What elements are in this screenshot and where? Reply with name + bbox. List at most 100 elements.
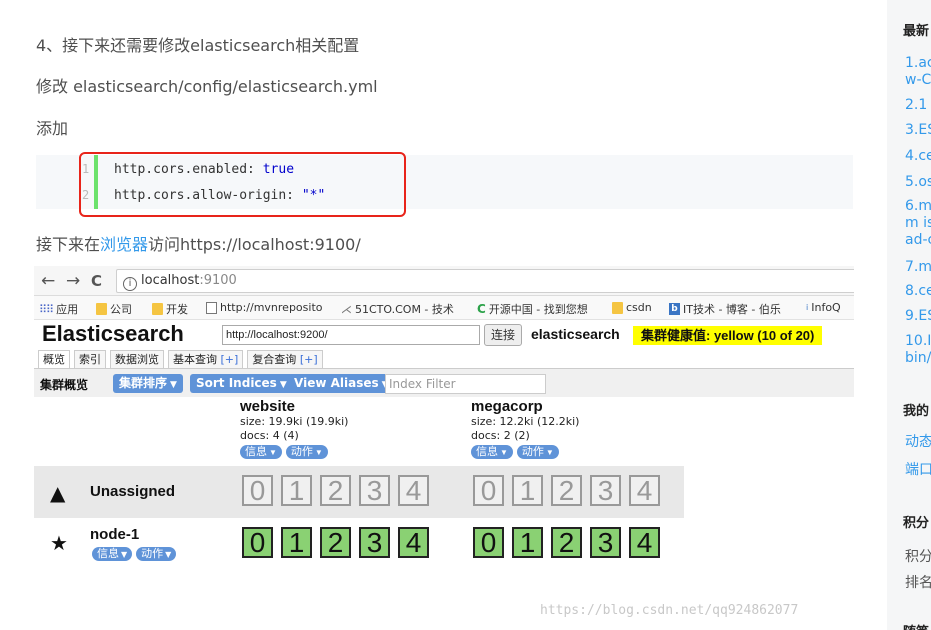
shard-box[interactable]: 0 xyxy=(242,527,273,558)
shard-box[interactable]: 3 xyxy=(590,475,621,506)
node-info-button[interactable]: 信息 ▼ xyxy=(92,547,133,561)
recent-link[interactable]: ad-c xyxy=(905,232,931,248)
shard-box[interactable]: 0 xyxy=(242,475,273,506)
recent-link[interactable]: w-C xyxy=(905,72,931,88)
shard-box[interactable]: 2 xyxy=(320,475,351,506)
recent-link[interactable]: m is xyxy=(905,215,931,231)
shard-box[interactable]: 1 xyxy=(512,527,543,558)
recent-link[interactable]: 10.I xyxy=(905,333,931,349)
shard-box[interactable]: 4 xyxy=(398,527,429,558)
recent-link[interactable]: 4.ce xyxy=(905,148,931,164)
bottom-heading: 随笔 xyxy=(903,621,929,630)
sort-cluster-button[interactable]: 集群排序 ▼ xyxy=(113,374,183,393)
rank-text: 排名 xyxy=(905,575,931,591)
index-header-megacorp: megacorp size: 12.2ki (12.2ki) docs: 2 (… xyxy=(471,399,579,459)
tab-basic-query[interactable]: 基本查询 [+] xyxy=(168,350,244,368)
shard-box[interactable]: 3 xyxy=(590,527,621,558)
add-text: 添加 xyxy=(36,119,69,138)
dropdown-caret-icon: ▼ xyxy=(500,448,508,457)
51cto-icon: ⋌ xyxy=(341,302,352,316)
reload-icon[interactable]: C xyxy=(91,272,102,290)
tab-indices[interactable]: 索引 xyxy=(74,350,106,368)
address-bar[interactable]: i localhost:9100 xyxy=(116,269,854,293)
sort-indices-button[interactable]: Sort Indices ▼ xyxy=(190,374,293,393)
forward-arrow-icon[interactable]: → xyxy=(66,271,80,291)
es-url-input[interactable]: http://localhost:9200/ xyxy=(222,325,480,345)
es-logo: Elasticsearch xyxy=(42,321,184,346)
shard-box[interactable]: 4 xyxy=(398,475,429,506)
bookmark-page[interactable]: b IT技术 - 博客 - 伯乐 xyxy=(669,301,781,317)
shard-box[interactable]: 1 xyxy=(281,475,312,506)
mine-link[interactable]: 动态 xyxy=(905,434,931,450)
bookmark-page[interactable]: C 开源中国 - 找到您想 xyxy=(477,301,588,317)
dropdown-caret-icon: ▼ xyxy=(545,448,554,457)
visit-prefix: 接下来在 xyxy=(36,235,101,254)
index-name: website xyxy=(240,398,296,415)
index-filter-input[interactable]: Index Filter xyxy=(385,374,546,394)
recent-heading: 最新 xyxy=(903,24,930,39)
shard-box[interactable]: 3 xyxy=(359,475,390,506)
node-label: node-1 xyxy=(90,526,140,543)
bookmark-page[interactable]: i InfoQ xyxy=(806,301,841,314)
tab-browser[interactable]: 数据浏览 xyxy=(110,350,164,368)
page-icon xyxy=(206,301,217,314)
megacorp-unassigned-shards: 0 1 2 3 4 xyxy=(473,475,660,506)
right-sidebar: 最新 1.ac w-C 2.1 3.ES 4.ce 5.os 6.m m is … xyxy=(887,0,931,630)
index-size: size: 12.2ki (12.2ki) xyxy=(471,415,580,428)
points-text: 积分 xyxy=(905,549,931,565)
cluster-name: elasticsearch xyxy=(531,326,620,342)
overview-title: 集群概览 xyxy=(40,378,89,392)
back-arrow-icon[interactable]: ← xyxy=(41,271,55,291)
index-action-button[interactable]: 动作 ▼ xyxy=(516,445,559,459)
index-info-button[interactable]: 信息 ▼ xyxy=(471,445,513,459)
tab-overview[interactable]: 概览 xyxy=(38,350,70,368)
shard-box[interactable]: 3 xyxy=(359,527,390,558)
shard-box[interactable]: 1 xyxy=(512,475,543,506)
recent-link[interactable]: 1.ac xyxy=(905,55,931,71)
dropdown-caret-icon: ▼ xyxy=(279,380,287,390)
index-info-button[interactable]: 信息 ▼ xyxy=(240,445,282,459)
recent-link[interactable]: 6.m xyxy=(905,198,931,214)
highlight-box xyxy=(79,152,406,217)
shard-box[interactable]: 2 xyxy=(320,527,351,558)
recent-link[interactable]: 3.ES xyxy=(905,122,931,138)
visit-text: 接下来在浏览器访问https://localhost:9100/ xyxy=(36,231,361,255)
recent-link[interactable]: 8.ce xyxy=(905,283,931,299)
bookmark-page[interactable]: http://mvnreposito xyxy=(206,301,323,314)
bookmark-folder[interactable]: csdn xyxy=(612,301,652,314)
bookmark-page[interactable]: ⋌ 51CTO.COM - 技术 xyxy=(341,301,454,317)
apps-grid-icon: ⠿⠿ xyxy=(39,302,54,316)
browser-toolbar: ← → C i localhost:9100 xyxy=(34,266,854,296)
browser-link[interactable]: 浏览器 xyxy=(100,235,148,254)
mine-link[interactable]: 端口 xyxy=(905,462,931,478)
shard-box[interactable]: 4 xyxy=(629,475,660,506)
shard-box[interactable]: 0 xyxy=(473,475,504,506)
index-name: megacorp xyxy=(471,398,543,415)
shard-box[interactable]: 4 xyxy=(629,527,660,558)
recent-link[interactable]: 9.ES xyxy=(905,308,931,324)
step-heading: 4、接下来还需要修改elasticsearch相关配置 xyxy=(36,36,360,55)
bookmark-apps[interactable]: ⠿⠿ 应用 xyxy=(39,301,78,317)
shard-box[interactable]: 0 xyxy=(473,527,504,558)
unassigned-row: ▲ Unassigned 0 1 2 3 4 0 1 2 3 4 xyxy=(34,466,684,518)
recent-link[interactable]: 2.1 xyxy=(905,97,931,113)
recent-link[interactable]: bin/ xyxy=(905,350,931,366)
url-port: :9100 xyxy=(199,273,237,288)
recent-link[interactable]: 7.m xyxy=(905,259,931,275)
view-aliases-button[interactable]: View Aliases▼ xyxy=(288,374,395,393)
shard-box[interactable]: 1 xyxy=(281,527,312,558)
oschina-icon: C xyxy=(477,302,486,316)
bookmark-folder[interactable]: 公司 xyxy=(96,301,132,317)
index-action-button[interactable]: 动作 ▼ xyxy=(285,445,328,459)
index-docs: docs: 2 (2) xyxy=(471,429,530,442)
shard-box[interactable]: 2 xyxy=(551,475,582,506)
mine-heading: 我的 xyxy=(903,404,930,419)
node-action-button[interactable]: 动作 ▼ xyxy=(136,547,177,561)
bookmark-folder[interactable]: 开发 xyxy=(152,301,188,317)
info-icon[interactable]: i xyxy=(123,277,137,291)
recent-link[interactable]: 5.os xyxy=(905,174,931,190)
connect-button[interactable]: 连接 xyxy=(484,324,522,346)
dropdown-caret-icon: ▼ xyxy=(314,448,323,457)
tab-compound-query[interactable]: 复合查询 [+] xyxy=(247,350,323,368)
shard-box[interactable]: 2 xyxy=(551,527,582,558)
